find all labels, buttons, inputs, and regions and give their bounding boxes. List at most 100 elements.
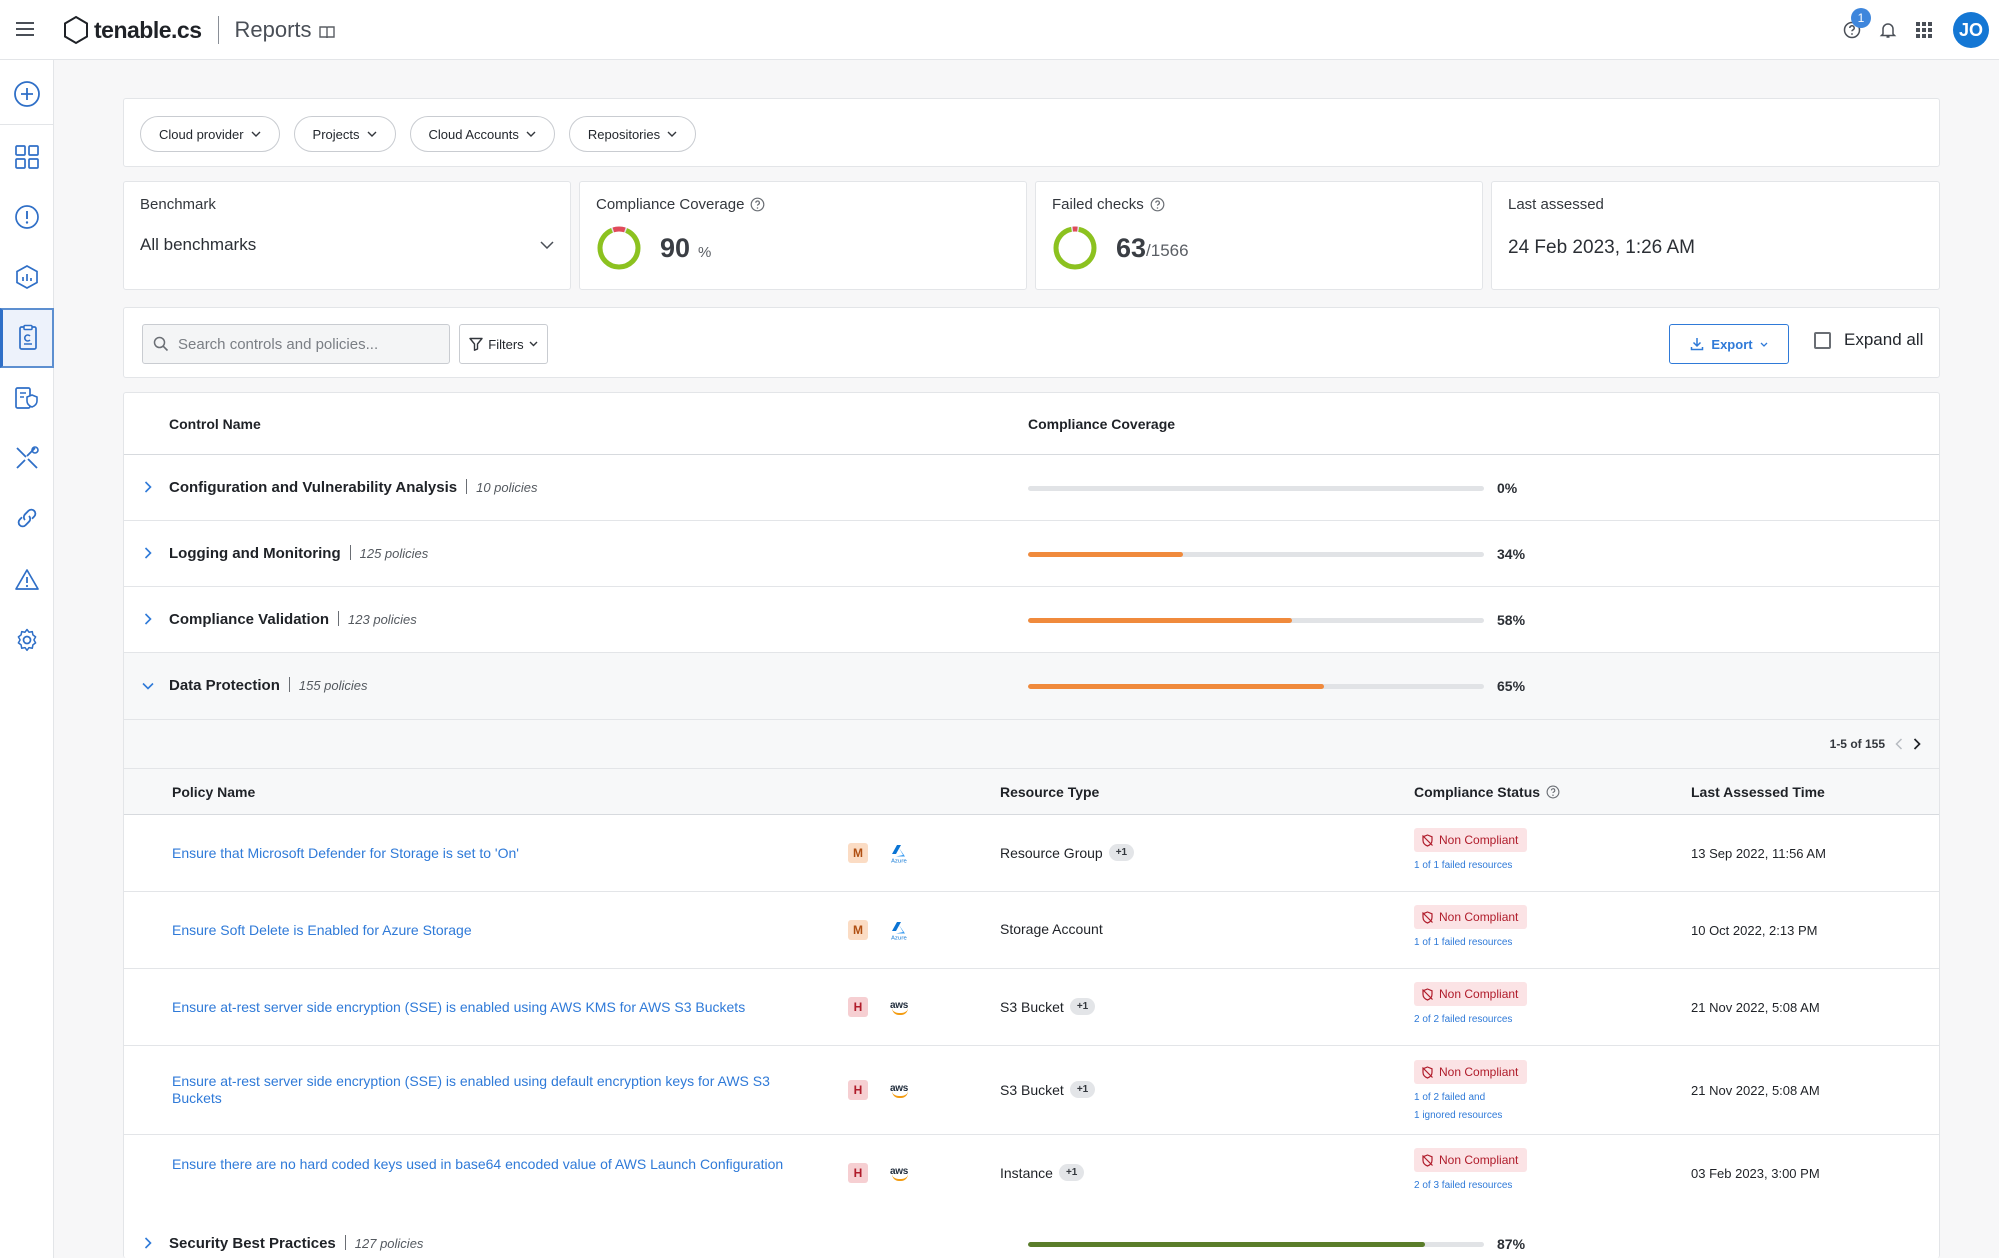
control-row[interactable]: Security Best Practices 127 policies 87%	[124, 1211, 1939, 1258]
extra-count-chip[interactable]: +1	[1069, 1081, 1096, 1098]
severity-badge: H	[848, 1080, 868, 1100]
expand-all-label: Expand all	[1844, 330, 1924, 349]
expand-all-toggle[interactable]: Expand all	[1814, 330, 1923, 350]
policy-row[interactable]: Ensure there are no hard coded keys used…	[124, 1135, 1939, 1211]
book-icon[interactable]	[318, 24, 336, 40]
compliance-status: Non Compliant 2 of 2 failed resources	[1414, 982, 1528, 1029]
logo[interactable]: tenable.cs Reports	[62, 14, 336, 46]
chevron-right-icon[interactable]	[144, 1237, 152, 1249]
policy-row[interactable]: Ensure at-rest server side encryption (S…	[124, 1046, 1939, 1135]
help-button[interactable]: 1	[1835, 8, 1871, 47]
chevron-down-icon	[251, 131, 261, 137]
help-badge: 1	[1851, 8, 1871, 28]
rail-add[interactable]	[0, 64, 54, 124]
filter-cloud-accounts[interactable]: Cloud Accounts	[409, 116, 555, 152]
notifications-button[interactable]	[1871, 13, 1905, 47]
extra-count-chip[interactable]: +1	[1108, 844, 1135, 861]
chevron-left-icon[interactable]	[1895, 738, 1903, 750]
severity-badge: M	[848, 920, 868, 940]
coverage-percent: 0%	[1497, 480, 1518, 496]
policy-name-link[interactable]: Ensure at-rest server side encryption (S…	[172, 1073, 822, 1107]
benchmark-card: Benchmark All benchmarks	[123, 181, 571, 290]
rail-dashboard[interactable]	[0, 127, 54, 187]
chevron-down-icon[interactable]	[142, 682, 154, 690]
resource-type-label: Instance	[1000, 1164, 1053, 1181]
failed-resources-link[interactable]: 1 of 2 failed and 1 ignored resources	[1414, 1089, 1527, 1125]
menu-icon[interactable]	[14, 18, 36, 40]
chevron-down-icon	[526, 131, 536, 137]
failed-resources-link[interactable]: 1 of 1 failed resources	[1414, 857, 1527, 875]
funnel-icon	[469, 337, 483, 351]
rail-reports[interactable]	[0, 308, 54, 368]
tenable-hex-icon	[64, 15, 88, 45]
rail-policies[interactable]	[0, 368, 54, 428]
filters-button[interactable]: Filters	[459, 324, 548, 364]
filter-cloud-provider[interactable]: Cloud provider	[140, 116, 280, 152]
rail-settings[interactable]	[0, 610, 54, 670]
control-row-expanded[interactable]: Data Protection 155 policies 65%	[124, 653, 1939, 720]
policy-row[interactable]: Ensure at-rest server side encryption (S…	[124, 969, 1939, 1046]
shield-doc-icon	[15, 387, 38, 409]
pager-range: 1-5 of 155	[1829, 737, 1885, 751]
chevron-right-icon[interactable]	[144, 547, 152, 559]
failed-resources-link[interactable]: 2 of 3 failed resources	[1414, 1177, 1527, 1195]
chevron-right-icon[interactable]	[1913, 738, 1921, 750]
app-switcher-button[interactable]	[1907, 13, 1941, 47]
extra-count-chip[interactable]: +1	[1058, 1164, 1085, 1181]
col-last-assessed[interactable]: Last Assessed Time	[1691, 784, 1825, 800]
rail-findings[interactable]	[0, 187, 54, 247]
extra-count-chip[interactable]: +1	[1069, 998, 1096, 1015]
benchmark-select[interactable]: All benchmarks	[140, 235, 554, 255]
gauge-pass-arc	[1053, 226, 1097, 270]
help-icon[interactable]	[750, 197, 765, 212]
dashboard-icon	[15, 145, 39, 169]
assessed-time: 21 Nov 2022, 5:08 AM	[1691, 1083, 1820, 1098]
rail-alerts[interactable]	[0, 550, 54, 610]
col-policy-name[interactable]: Policy Name	[172, 784, 255, 800]
top-bar: tenable.cs Reports 1 JO	[0, 0, 1999, 60]
link-icon	[17, 508, 37, 528]
policy-row[interactable]: Ensure Soft Delete is Enabled for Azure …	[124, 892, 1939, 969]
separator	[349, 545, 351, 560]
policy-name-link[interactable]: Ensure at-rest server side encryption (S…	[172, 999, 822, 1016]
help-icon[interactable]	[1546, 785, 1560, 799]
col-compliance-status[interactable]: Compliance Status	[1414, 784, 1560, 800]
rail-analytics[interactable]	[0, 247, 54, 307]
expand-all-checkbox[interactable]	[1814, 331, 1831, 349]
chevron-right-icon[interactable]	[144, 613, 152, 625]
filter-repositories[interactable]: Repositories	[568, 116, 697, 152]
policy-row[interactable]: Ensure that Microsoft Defender for Stora…	[124, 815, 1939, 892]
col-compliance-coverage[interactable]: Compliance Coverage	[1028, 416, 1175, 432]
col-resource-type[interactable]: Resource Type	[1000, 784, 1099, 800]
control-row[interactable]: Compliance Validation 123 policies 58%	[124, 587, 1939, 653]
expanded-policies: 1-5 of 155 Policy Name Resource Type Com…	[124, 720, 1939, 1211]
add-circle-icon	[14, 81, 40, 107]
policy-name-link[interactable]: Ensure Soft Delete is Enabled for Azure …	[172, 922, 822, 939]
chevron-right-icon[interactable]	[144, 481, 152, 493]
resource-type: Resource Group +1	[1000, 844, 1135, 861]
policy-name-link[interactable]: Ensure there are no hard coded keys used…	[172, 1156, 822, 1173]
chevron-down-icon	[667, 131, 677, 137]
control-name: Logging and Monitoring	[169, 545, 341, 562]
col-control-name[interactable]: Control Name	[169, 416, 261, 432]
help-icon[interactable]	[1150, 197, 1165, 212]
export-button[interactable]: Export	[1669, 324, 1789, 364]
severity-badge: H	[848, 1163, 868, 1183]
search-box[interactable]	[142, 324, 450, 364]
search-input[interactable]	[178, 335, 438, 353]
control-row[interactable]: Logging and Monitoring 125 policies 34%	[124, 521, 1939, 587]
rail-integrations[interactable]	[0, 488, 54, 548]
failed-resources-link[interactable]: 1 of 1 failed resources	[1414, 934, 1527, 952]
coverage-bar-fill	[1028, 1242, 1425, 1247]
search-icon	[153, 336, 169, 352]
coverage-percent: 87%	[1497, 1236, 1526, 1252]
policy-name-link[interactable]: Ensure that Microsoft Defender for Stora…	[172, 845, 822, 862]
top-right-actions: 1 JO	[1835, 0, 1999, 60]
avatar[interactable]: JO	[1953, 12, 1989, 48]
control-row[interactable]: Configuration and Vulnerability Analysis…	[124, 455, 1939, 521]
filter-projects[interactable]: Projects	[293, 116, 396, 152]
rail-remediation[interactable]	[0, 428, 54, 488]
coverage-card: Compliance Coverage 90 %	[579, 181, 1027, 290]
severity-badge: H	[848, 997, 868, 1017]
failed-resources-link[interactable]: 2 of 2 failed resources	[1414, 1011, 1527, 1029]
